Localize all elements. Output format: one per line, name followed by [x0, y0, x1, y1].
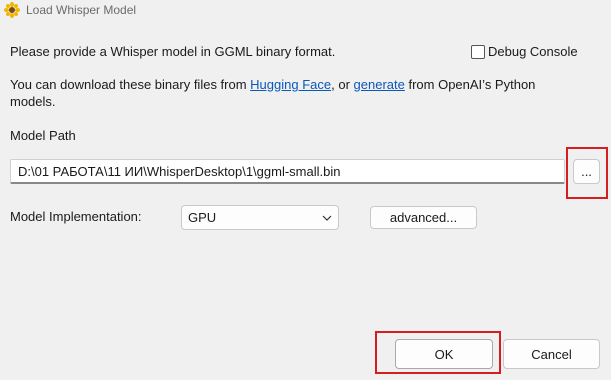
debug-console-label[interactable]: Debug Console: [488, 44, 578, 59]
model-path-input[interactable]: D:\01 РАБОТА\11 ИИ\WhisperDesktop\1\ggml…: [10, 159, 565, 184]
title-bar: Load Whisper Model: [0, 0, 611, 20]
download-info-line2: models.: [10, 94, 56, 109]
generate-link[interactable]: generate: [354, 77, 405, 92]
implementation-selected-value: GPU: [188, 210, 217, 225]
intro-text: Please provide a Whisper model in GGML b…: [10, 44, 336, 59]
chevron-down-icon: [322, 215, 332, 221]
sunflower-icon: [4, 2, 20, 18]
window-title: Load Whisper Model: [26, 3, 137, 17]
browse-button[interactable]: ...: [573, 159, 600, 184]
ok-button[interactable]: OK: [395, 339, 493, 369]
download-info-prefix: You can download these binary files from: [10, 77, 251, 92]
download-info-middle: , or: [331, 77, 354, 92]
cancel-button[interactable]: Cancel: [503, 339, 600, 369]
download-info-suffix: from OpenAI’s Python: [404, 77, 536, 92]
hugging-face-link[interactable]: Hugging Face: [250, 77, 331, 92]
model-implementation-label: Model Implementation:: [10, 209, 142, 224]
debug-console-checkbox[interactable]: [471, 45, 485, 59]
download-info-line1: You can download these binary files from…: [10, 77, 535, 92]
implementation-select[interactable]: GPU: [181, 205, 339, 230]
model-path-label: Model Path: [10, 128, 76, 143]
advanced-button[interactable]: advanced...: [370, 206, 477, 229]
